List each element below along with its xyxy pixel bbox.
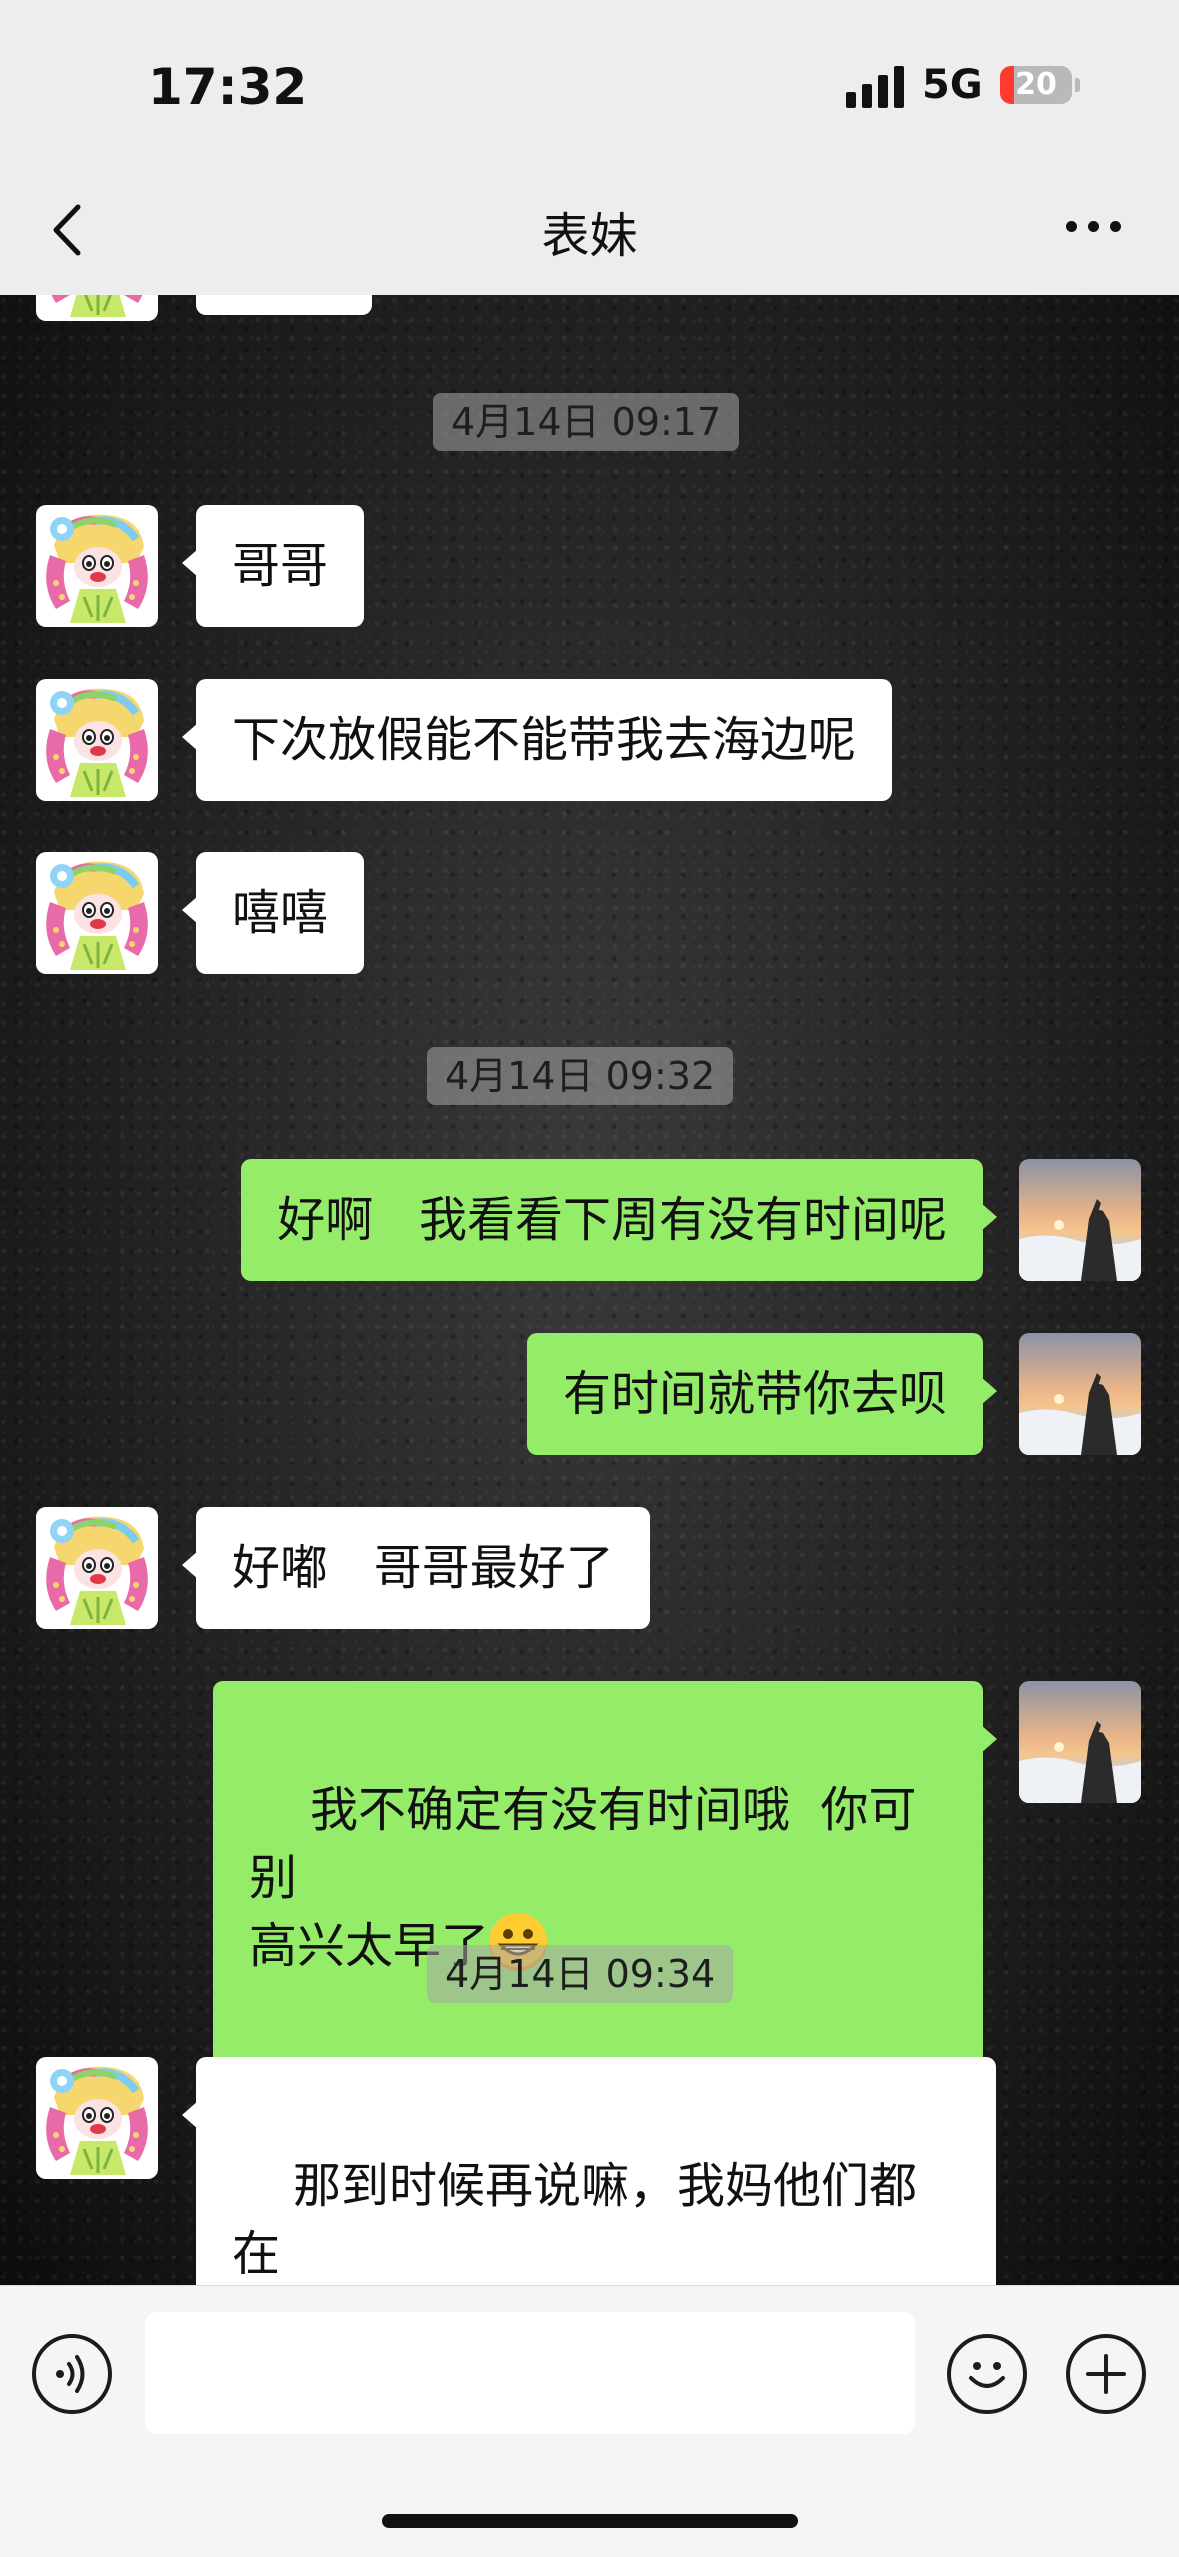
home-indicator (382, 2514, 798, 2528)
contact-avatar[interactable] (36, 505, 158, 627)
message-bubble-incoming[interactable]: 哥哥 (181, 505, 365, 627)
message-bubble-incoming[interactable]: 好嘟 哥哥最好了 (182, 1507, 650, 1629)
more-options-button[interactable] (1064, 214, 1124, 238)
my-avatar[interactable] (1019, 1681, 1141, 1803)
message-bubble-incoming[interactable]: 下次放假能不能带我去海边呢 (181, 679, 893, 801)
message-bubble-outgoing[interactable]: 有时间就带你去呗 (526, 1333, 998, 1455)
emoji-button[interactable] (947, 2334, 1027, 2414)
message-bubble-outgoing[interactable]: 我不确定有没有时间哦 你可别 高兴太早了 (213, 1681, 997, 2075)
more-dots-icon (1066, 221, 1077, 232)
my-avatar[interactable] (1019, 1333, 1141, 1455)
message-bubble-outgoing[interactable]: 好啊 我看看下周有没有时间呢 (241, 1159, 997, 1281)
message-bubble-incoming[interactable]: 那到时候再说嘛，我妈他们都在 上班没时间带我去，她们也不想 带我去 呜呜呜 (182, 2057, 996, 2285)
battery-icon: 20 (1000, 66, 1072, 104)
top-bar: 17:32 5G 20 表妹 (0, 0, 1179, 295)
contact-avatar[interactable] (36, 295, 158, 321)
network-type: 5G (922, 62, 983, 108)
my-avatar[interactable] (1019, 1159, 1141, 1281)
message-input[interactable] (145, 2312, 915, 2434)
chat-title: 表妹 (541, 208, 638, 264)
timestamp: 4月14日 09:17 (433, 393, 740, 451)
contact-avatar[interactable] (36, 852, 158, 974)
contact-avatar[interactable] (36, 1507, 158, 1629)
battery-level: 20 (1015, 67, 1057, 102)
plus-icon (1086, 2354, 1126, 2394)
contact-avatar[interactable] (36, 679, 158, 801)
voice-button[interactable] (32, 2334, 112, 2414)
message-bubble-incoming[interactable] (196, 295, 372, 315)
contact-avatar[interactable] (36, 2057, 158, 2179)
status-time: 17:32 (148, 58, 308, 116)
signal-icon (846, 66, 904, 108)
chat-area[interactable]: 4月14日 09:17 哥哥 下次放假能不能带我去海边呢 嘻嘻 4月14日 09… (0, 295, 1179, 2285)
voice-icon (56, 2355, 85, 2393)
message-text: 那到时候再说嘛，我妈他们都在 上班没时间带我去，她们也不想 带我去 呜呜呜 (232, 2158, 918, 2282)
timestamp: 4月14日 09:32 (427, 1047, 734, 1105)
smiley-icon (969, 2362, 1005, 2388)
timestamp: 4月14日 09:34 (427, 1945, 734, 2003)
add-button[interactable] (1066, 2334, 1146, 2414)
battery-tip (1075, 78, 1080, 92)
message-bubble-incoming[interactable]: 嘻嘻 (181, 852, 365, 974)
